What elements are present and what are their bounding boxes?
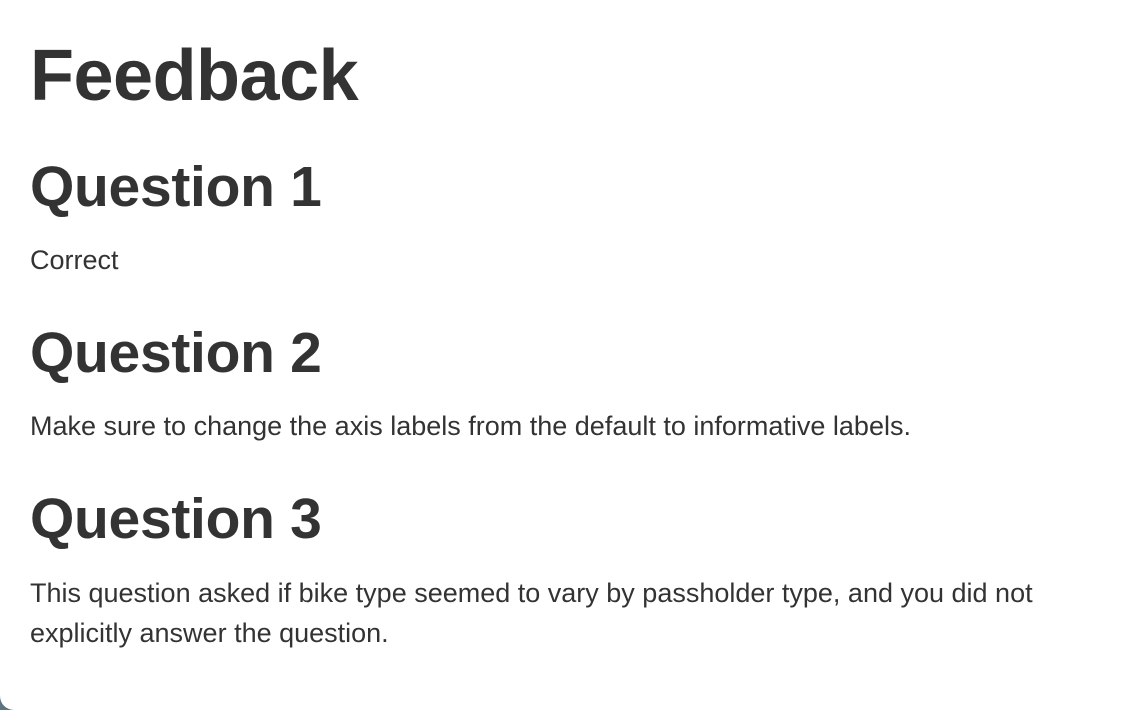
question-2-heading: Question 2 [30,321,322,385]
feedback-card: Feedback Question 1 Correct Question 2 M… [0,0,1136,710]
question-3-feedback: This question asked if bike type seemed … [30,578,1033,648]
question-1-feedback: Correct [30,245,119,275]
page-title: Feedback [30,36,359,116]
question-1-heading: Question 1 [30,155,322,219]
question-3-heading: Question 3 [30,487,322,551]
question-2-feedback: Make sure to change the axis labels from… [30,411,911,441]
